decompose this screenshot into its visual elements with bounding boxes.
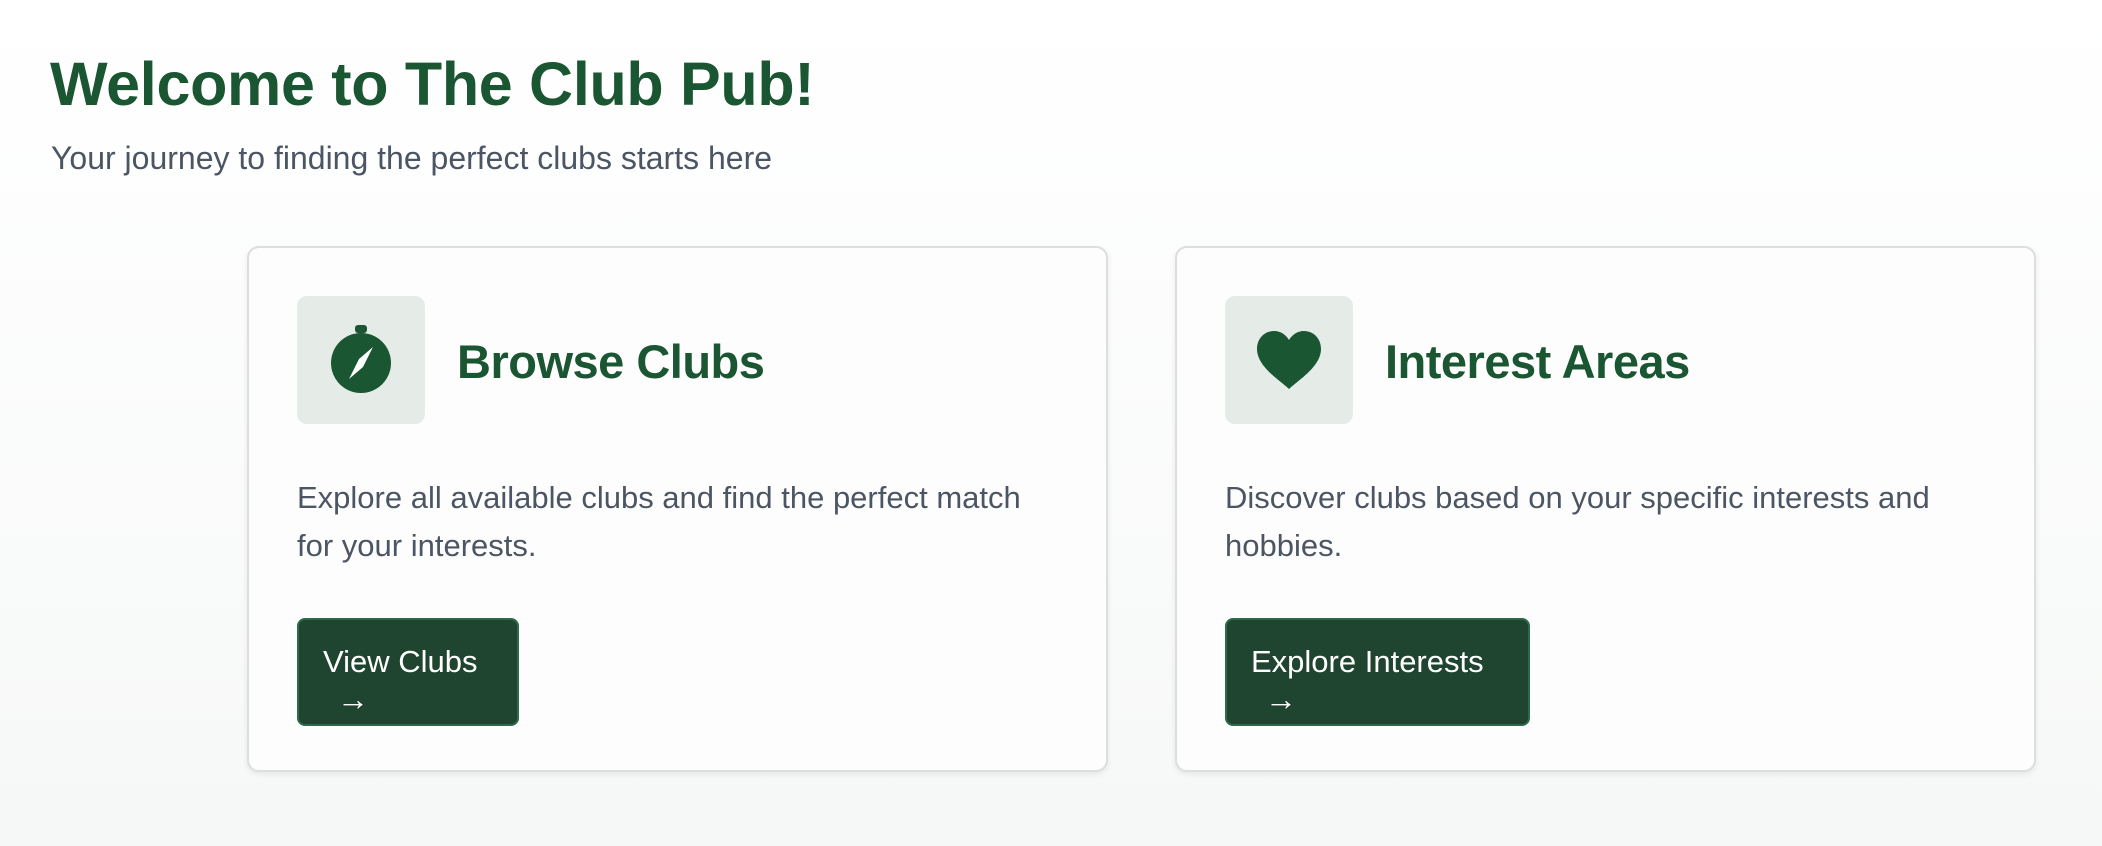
page-title: Welcome to The Club Pub! <box>50 50 815 118</box>
explore-interests-button[interactable]: Explore Interests → <box>1225 618 1530 726</box>
view-clubs-button[interactable]: View Clubs → <box>297 618 519 726</box>
compass-icon <box>331 325 391 393</box>
view-clubs-label: View Clubs <box>323 644 478 679</box>
interest-areas-title: Interest Areas <box>1385 335 1690 388</box>
heart-icon-tile <box>1225 296 1353 424</box>
interest-areas-card: Interest Areas Discover clubs based on y… <box>1175 246 2036 772</box>
browse-clubs-title: Browse Clubs <box>457 335 765 388</box>
interest-areas-description: Discover clubs based on your specific in… <box>1225 480 1930 563</box>
browse-clubs-description: Explore all available clubs and find the… <box>297 480 1021 563</box>
compass-icon-tile <box>297 296 425 424</box>
arrow-right-icon: → <box>1265 681 1297 717</box>
browse-clubs-card: Browse Clubs Explore all available clubs… <box>247 246 1108 772</box>
page-subtitle: Your journey to finding the perfect club… <box>51 140 773 176</box>
explore-interests-label: Explore Interests <box>1251 644 1484 679</box>
arrow-right-icon: → <box>337 681 369 717</box>
heart-icon <box>1257 331 1321 389</box>
